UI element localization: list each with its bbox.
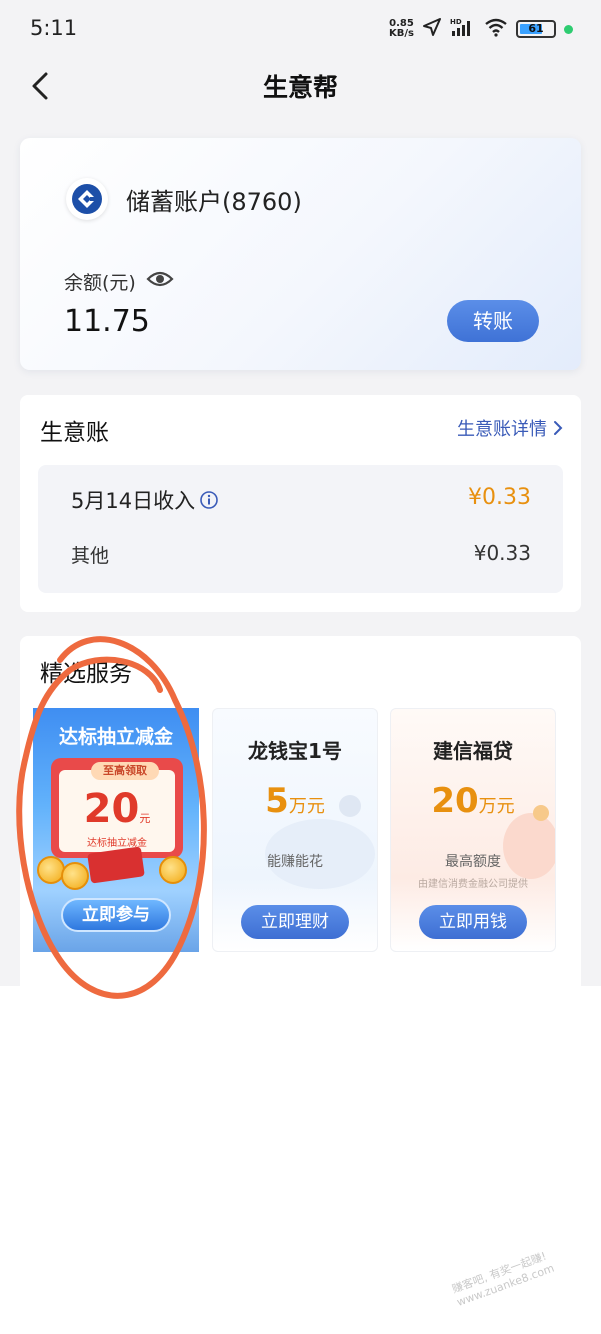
chevron-right-icon [554, 421, 563, 435]
network-speed: 0.85 KB/s [389, 18, 414, 39]
promo-title: 达标抽立减金 [58, 726, 173, 748]
ledger-summary: 5月14日收入 ¥0.33 其他 ¥0.33 [38, 465, 563, 593]
svg-text:HD: HD [450, 18, 462, 26]
account-name: 储蓄账户(8760) [126, 188, 302, 216]
invest-now-button[interactable]: 立即理财 [241, 905, 349, 939]
watermark: 赚客吧, 有奖一起赚! www.zuanke8.com [450, 1249, 556, 1309]
status-time: 5:11 [30, 16, 78, 40]
nav-bar: 生意帮 [0, 56, 601, 116]
eye-icon[interactable] [146, 269, 174, 294]
wifi-icon [484, 17, 508, 41]
promo-voucher: 至高领取 20元 达标抽立减金 [51, 758, 183, 858]
service-name: 建信福贷 [433, 739, 513, 763]
promo-card[interactable]: 达标抽立减金 至高领取 20元 达标抽立减金 立即参与 [33, 708, 199, 952]
info-icon[interactable] [199, 490, 219, 510]
ledger-title: 生意账 [40, 420, 109, 446]
service-desc: 能赚能花 [267, 854, 323, 870]
promo-amount: 20元 [83, 786, 151, 832]
income-value: ¥0.33 [468, 485, 531, 510]
balance-value: 11.75 [64, 304, 150, 339]
status-dot-icon [564, 24, 573, 34]
service-value: 5万元 [265, 781, 325, 821]
service-value: 20万元 [431, 781, 515, 821]
account-card[interactable]: 储蓄账户(8760) 余额(元) 11.75 转账 [20, 138, 581, 370]
service-desc: 最高额度 [445, 854, 501, 870]
signal-icon: HD [450, 17, 476, 41]
status-bar: 5:11 0.85 KB/s HD 61 [0, 0, 601, 56]
balance-label-row: 余额(元) [64, 268, 174, 295]
service-card-jianxin-fudai[interactable]: 建信福贷 20万元 最高额度 由建信消费金融公司提供 立即用钱 [390, 708, 556, 952]
income-label: 5月14日收入 [71, 489, 196, 513]
service-name: 龙钱宝1号 [248, 739, 342, 763]
ledger-detail-link[interactable]: 生意账详情 [457, 415, 563, 441]
services-title: 精选服务 [40, 661, 132, 687]
service-note: 由建信消费金融公司提供 [418, 879, 528, 890]
page-title: 生意帮 [262, 73, 338, 102]
business-ledger-card: 生意账 生意账详情 5月14日收入 ¥0.33 其他 ¥0.33 [20, 395, 581, 612]
location-arrow-icon [422, 17, 442, 41]
promo-tag: 至高领取 [91, 762, 159, 780]
other-label: 其他 [71, 545, 110, 567]
battery-icon: 61 [516, 20, 556, 38]
service-card-longqianbao[interactable]: 龙钱宝1号 5万元 能赚能花 立即理财 [212, 708, 378, 952]
status-icons: 0.85 KB/s HD 61 [389, 14, 573, 44]
transfer-button[interactable]: 转账 [447, 300, 539, 342]
income-label-row: 5月14日收入 [71, 485, 219, 515]
promo-subtitle: 达标抽立减金 [87, 838, 147, 849]
balance-label: 余额(元) [64, 272, 136, 294]
borrow-now-button[interactable]: 立即用钱 [419, 905, 527, 939]
other-value: ¥0.33 [473, 541, 531, 565]
featured-services-card: 精选服务 达标抽立减金 至高领取 20元 达标抽立减金 立即参与 龙钱宝1号 5… [20, 636, 581, 986]
join-now-button[interactable]: 立即参与 [61, 898, 171, 932]
bank-logo-icon [66, 178, 108, 220]
